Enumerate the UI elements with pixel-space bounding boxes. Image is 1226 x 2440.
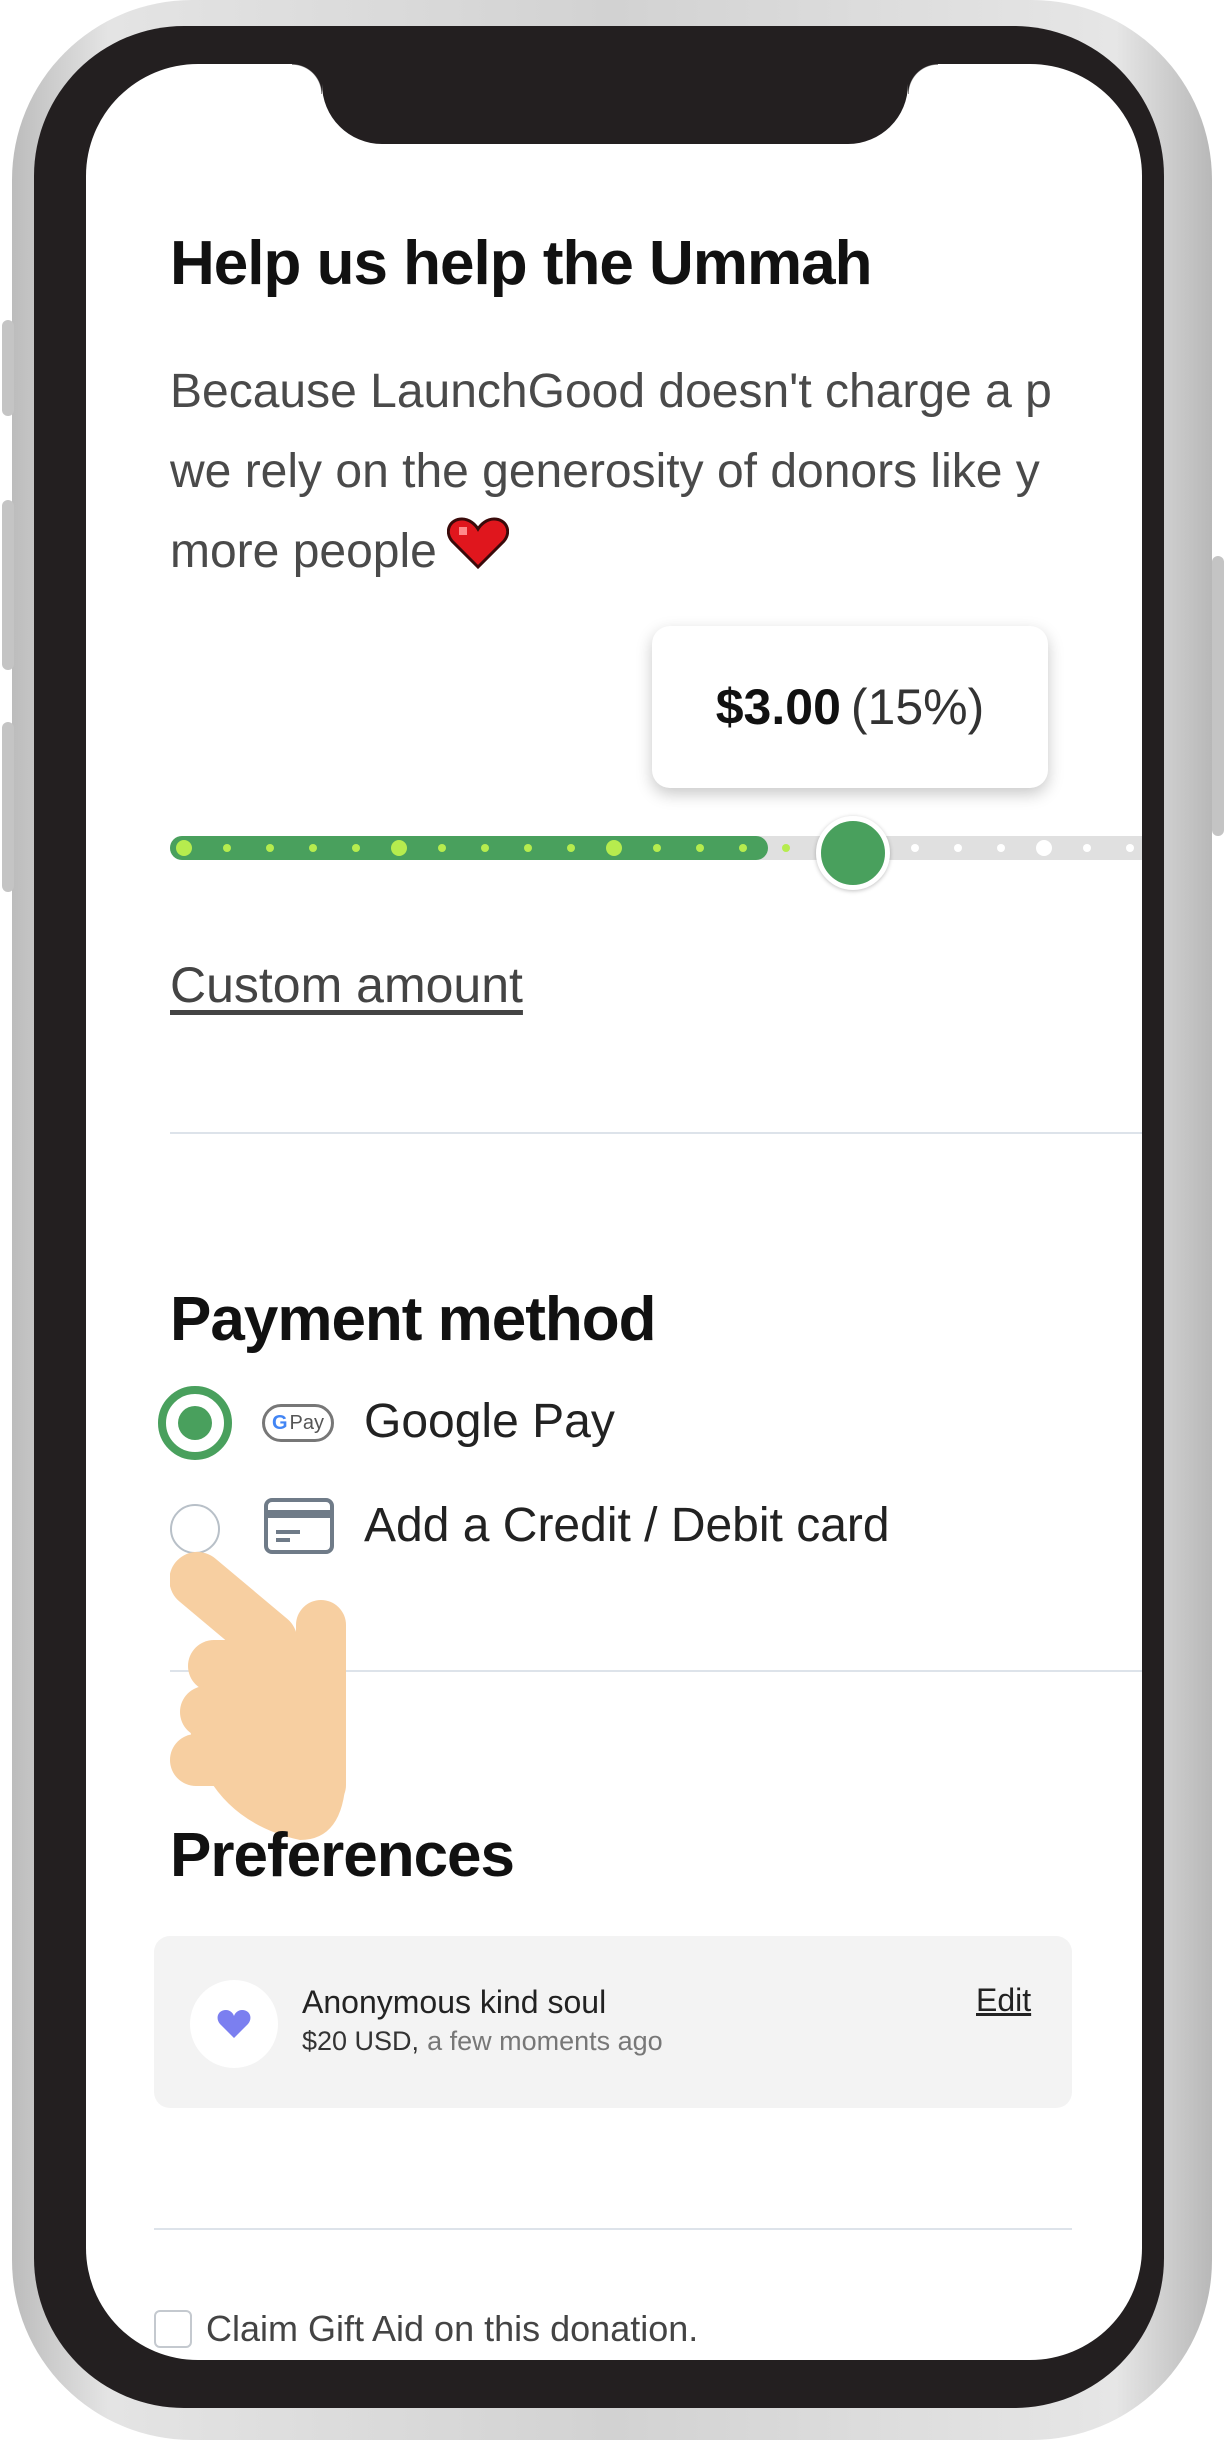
- donor-preference-card: [154, 1936, 1072, 2108]
- donation-title: Help us help the Ummah: [170, 229, 872, 298]
- slider-minor-tick: [223, 844, 231, 852]
- google-pay-radio[interactable]: [158, 1386, 232, 1460]
- phone-power-button: [1212, 556, 1224, 836]
- slider-minor-tick: [1126, 844, 1134, 852]
- donation-amount: $20 USD,: [302, 2026, 420, 2056]
- slider-minor-tick: [739, 844, 747, 852]
- section-divider: [170, 1132, 1142, 1134]
- slider-major-tick: [176, 840, 192, 856]
- tip-slider-thumb[interactable]: [816, 816, 890, 890]
- phone-screen: Help us help the Ummah Because LaunchGoo…: [86, 64, 1142, 2360]
- phone-notch: [292, 64, 938, 144]
- slider-minor-tick: [954, 844, 962, 852]
- slider-minor-tick: [266, 844, 274, 852]
- slider-minor-tick: [696, 844, 704, 852]
- phone-volume-up-button: [2, 500, 14, 670]
- slider-minor-tick: [997, 844, 1005, 852]
- slider-minor-tick: [653, 844, 661, 852]
- phone-volume-down-button: [2, 722, 14, 892]
- gift-aid-checkbox[interactable]: [154, 2310, 192, 2348]
- donation-meta: $20 USD, a few moments ago: [302, 2026, 663, 2057]
- section-divider: [154, 2228, 1072, 2230]
- donation-time: a few moments ago: [427, 2026, 663, 2056]
- slider-minor-tick: [911, 844, 919, 852]
- slider-minor-tick: [481, 844, 489, 852]
- tip-slider-fill: [170, 836, 768, 860]
- description-line-1: Because LaunchGood doesn't charge a p: [170, 365, 1052, 418]
- description-line-3-text: more people: [170, 525, 437, 578]
- slider-minor-tick: [438, 844, 446, 852]
- tap-hand-icon: [169, 1520, 400, 1855]
- slider-minor-tick: [309, 844, 317, 852]
- slider-minor-tick: [524, 844, 532, 852]
- edit-preferences-link[interactable]: Edit: [976, 1982, 1031, 2019]
- tip-percent: (15%): [850, 679, 985, 735]
- credit-card-label[interactable]: Add a Credit / Debit card: [364, 1498, 890, 1553]
- heart-icon: [446, 514, 509, 594]
- slider-minor-tick: [567, 844, 575, 852]
- gift-aid-label[interactable]: Claim Gift Aid on this donation.: [206, 2308, 698, 2350]
- tip-amount: $3.00: [715, 679, 841, 735]
- google-pay-icon: G Pay: [262, 1404, 334, 1442]
- preferences-title: Preferences: [170, 1821, 515, 1890]
- slider-major-tick: [606, 840, 622, 856]
- donor-name: Anonymous kind soul: [302, 1984, 607, 2020]
- google-pay-label[interactable]: Google Pay: [364, 1394, 615, 1449]
- description-line-2: we rely on the generosity of donors like…: [170, 445, 1040, 498]
- payment-method-title: Payment method: [170, 1285, 657, 1354]
- custom-amount-link[interactable]: Custom amount: [170, 956, 523, 1014]
- donor-avatar: [190, 1980, 278, 2068]
- slider-major-tick: [1036, 840, 1052, 856]
- description-line-3: more people: [170, 512, 1052, 594]
- slider-minor-tick: [352, 844, 360, 852]
- slider-minor-tick: [1083, 844, 1091, 852]
- donation-description: Because LaunchGood doesn't charge a p we…: [170, 352, 1052, 594]
- phone-silent-switch: [2, 320, 14, 416]
- avatar-heart-icon: [217, 2010, 251, 2038]
- tip-amount-tooltip: $3.00 (15%): [652, 626, 1048, 788]
- slider-minor-tick: [782, 844, 790, 852]
- slider-major-tick: [391, 840, 407, 856]
